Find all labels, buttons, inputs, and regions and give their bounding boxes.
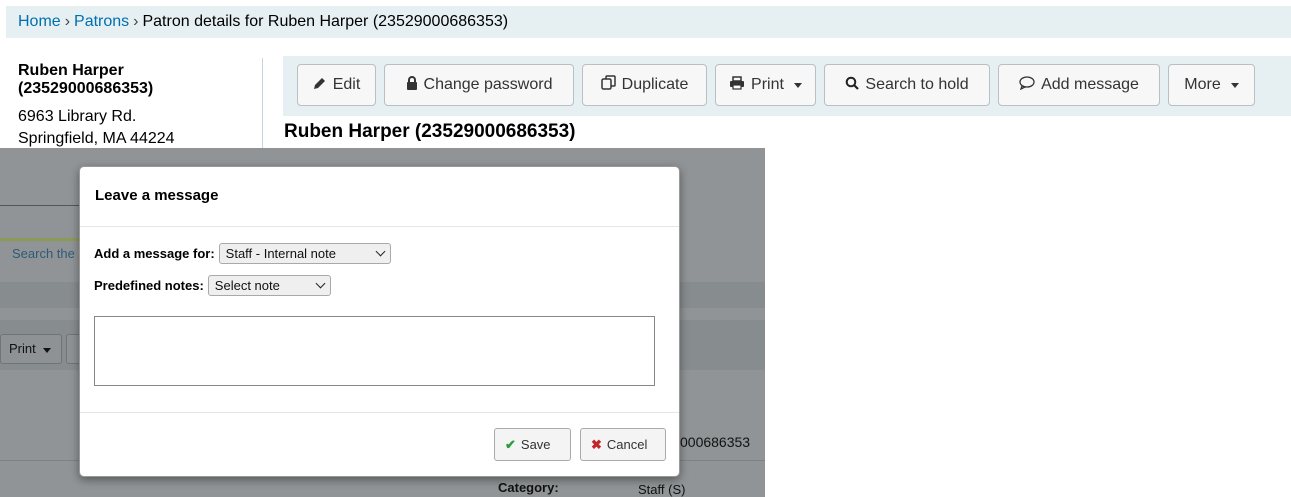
message-for-label: Add a message for: xyxy=(94,246,215,261)
chevron-down-icon xyxy=(315,278,326,289)
breadcrumb-home-link[interactable]: Home xyxy=(18,13,61,30)
edit-button[interactable]: Edit xyxy=(297,64,376,106)
chevron-down-icon xyxy=(1230,82,1239,88)
change-password-label: Change password xyxy=(423,76,553,93)
breadcrumb-separator: › xyxy=(64,13,71,30)
leave-message-modal: Leave a message Add a message for: Staff… xyxy=(79,166,680,477)
edit-button-label: Edit xyxy=(332,76,361,93)
predefined-notes-value: Select note xyxy=(214,278,280,293)
cancel-button[interactable]: ✖ Cancel xyxy=(580,428,666,461)
chevron-down-icon xyxy=(375,246,386,257)
breadcrumb-separator: › xyxy=(133,13,139,30)
backdrop-cardnumber: 000686353 xyxy=(680,434,751,450)
backdrop-divider xyxy=(0,205,80,206)
printer-icon xyxy=(729,75,745,95)
backdrop-divider xyxy=(0,238,80,241)
modal-body: Add a message for: Staff - Internal note… xyxy=(80,228,679,413)
message-for-row: Add a message for: Staff - Internal note xyxy=(94,243,391,264)
save-button[interactable]: ✔ Save xyxy=(494,428,571,461)
cancel-button-label: Cancel xyxy=(606,437,648,452)
search-icon xyxy=(845,76,860,95)
change-password-button[interactable]: Change password xyxy=(384,64,574,106)
speech-bubble-icon xyxy=(1019,75,1035,95)
message-for-select[interactable]: Staff - Internal note xyxy=(218,243,391,264)
address-line-2: Springfield, MA 44224 xyxy=(18,130,175,147)
close-icon: ✖ xyxy=(591,436,602,452)
backdrop-print-label: Print xyxy=(9,341,36,356)
patron-sidebar: Ruben Harper (23529000686353) 6963 Libra… xyxy=(18,62,253,150)
checkmark-icon: ✔ xyxy=(505,436,516,452)
predefined-notes-row: Predefined notes: Select note xyxy=(94,275,331,296)
message-for-value: Staff - Internal note xyxy=(225,246,336,261)
more-label: More xyxy=(1184,76,1221,93)
patron-address: 6963 Library Rd. Springfield, MA 44224 xyxy=(18,106,253,150)
modal-footer: ✔ Save ✖ Cancel xyxy=(80,412,679,476)
modal-title: Leave a message xyxy=(95,187,219,204)
add-message-button[interactable]: Add message xyxy=(998,64,1160,106)
sidebar-divider xyxy=(262,58,263,148)
save-button-label: Save xyxy=(520,437,551,452)
predefined-notes-select[interactable]: Select note xyxy=(207,275,331,296)
add-message-label: Add message xyxy=(1041,76,1139,93)
breadcrumb-current: Patron details for Ruben Harper (2352900… xyxy=(142,13,509,30)
patron-cardnumber-line: (23529000686353) xyxy=(18,80,154,97)
search-to-hold-label: Search to hold xyxy=(865,76,969,93)
pencil-icon xyxy=(313,76,327,95)
backdrop-print-button: Print xyxy=(0,334,62,364)
predefined-notes-label: Predefined notes: xyxy=(94,278,204,293)
page-title: Ruben Harper (23529000686353) xyxy=(284,121,576,142)
backdrop-category-value: Staff (S) xyxy=(638,482,686,497)
more-dropdown-button[interactable]: More xyxy=(1168,64,1255,106)
breadcrumb-patrons-link[interactable]: Patrons xyxy=(74,13,129,30)
print-label: Print xyxy=(751,76,784,93)
breadcrumb: Home › Patrons › Patron details for Ruben Ha… xyxy=(6,6,1291,38)
print-dropdown-button[interactable]: Print xyxy=(715,64,816,106)
address-line-1: 6963 Library Rd. xyxy=(18,108,137,125)
patron-name: Ruben Harper (23529000686353) xyxy=(18,62,253,98)
patron-name-line: Ruben Harper xyxy=(18,62,124,79)
message-textarea[interactable] xyxy=(94,316,655,386)
lock-icon xyxy=(406,75,418,95)
chevron-down-icon xyxy=(43,348,52,353)
chevron-down-icon xyxy=(793,82,802,88)
patron-toolbar: Edit Change password Duplicate Print Sea… xyxy=(283,56,1291,116)
duplicate-label: Duplicate xyxy=(621,76,689,93)
search-to-hold-button[interactable]: Search to hold xyxy=(824,64,990,106)
duplicate-button[interactable]: Duplicate xyxy=(582,64,707,106)
copy-icon xyxy=(600,75,616,95)
backdrop-category-label: Category: xyxy=(498,480,559,495)
modal-header: Leave a message xyxy=(80,167,679,227)
backdrop-search-link: Search the xyxy=(12,246,75,261)
